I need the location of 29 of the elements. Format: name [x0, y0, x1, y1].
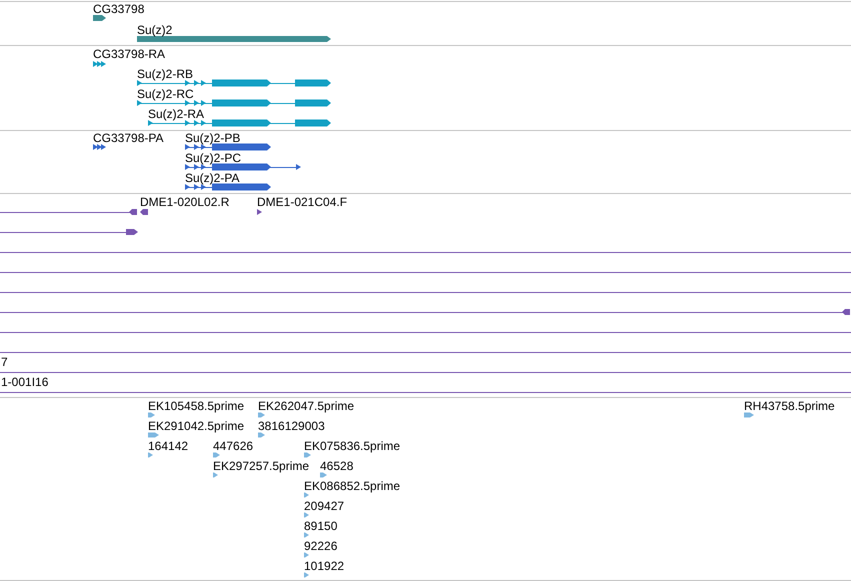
feature-label: 209427 [304, 499, 344, 513]
feature-label: EK262047.5prime [258, 399, 354, 413]
feature-label: EK297257.5prime [213, 459, 310, 473]
feature-label: Su(z)2 [137, 23, 172, 37]
feature-label: EK075836.5prime [304, 439, 400, 453]
feature-label: EK086852.5prime [304, 479, 400, 493]
feature-label: 92226 [304, 539, 338, 553]
feature-label: EK291042.5prime [148, 419, 244, 433]
feature-label: 89150 [304, 519, 338, 533]
feature-label: CG33798-RA [93, 47, 166, 61]
feature-label: Su(z)2-RA [148, 107, 204, 121]
feature-label: 164142 [148, 439, 188, 453]
feature-label: EK105458.5prime [148, 399, 244, 413]
feature-label: 1-001I16 [1, 375, 48, 389]
feature-label: CG33798 [93, 2, 144, 16]
feature-label: RH43758.5prime [744, 399, 835, 413]
feature-label: 46528 [320, 459, 354, 473]
feature-label: Su(z)2-PA [185, 171, 240, 185]
feature-label: DME1-020L02.R [140, 195, 230, 209]
feature-label: Su(z)2-PC [185, 151, 242, 165]
feature-label: 101922 [304, 559, 344, 573]
feature-label: 447626 [213, 439, 254, 453]
feature-label: Su(z)2-RC [137, 87, 194, 101]
feature-label: Su(z)2-RB [137, 67, 194, 81]
feature-label: 3816129003 [258, 419, 325, 433]
feature-label: CG33798-PA [93, 131, 164, 145]
feature-label: DME1-021C04.F [257, 195, 348, 209]
feature-label: 7 [1, 355, 8, 369]
feature-label: Su(z)2-PB [185, 131, 240, 145]
